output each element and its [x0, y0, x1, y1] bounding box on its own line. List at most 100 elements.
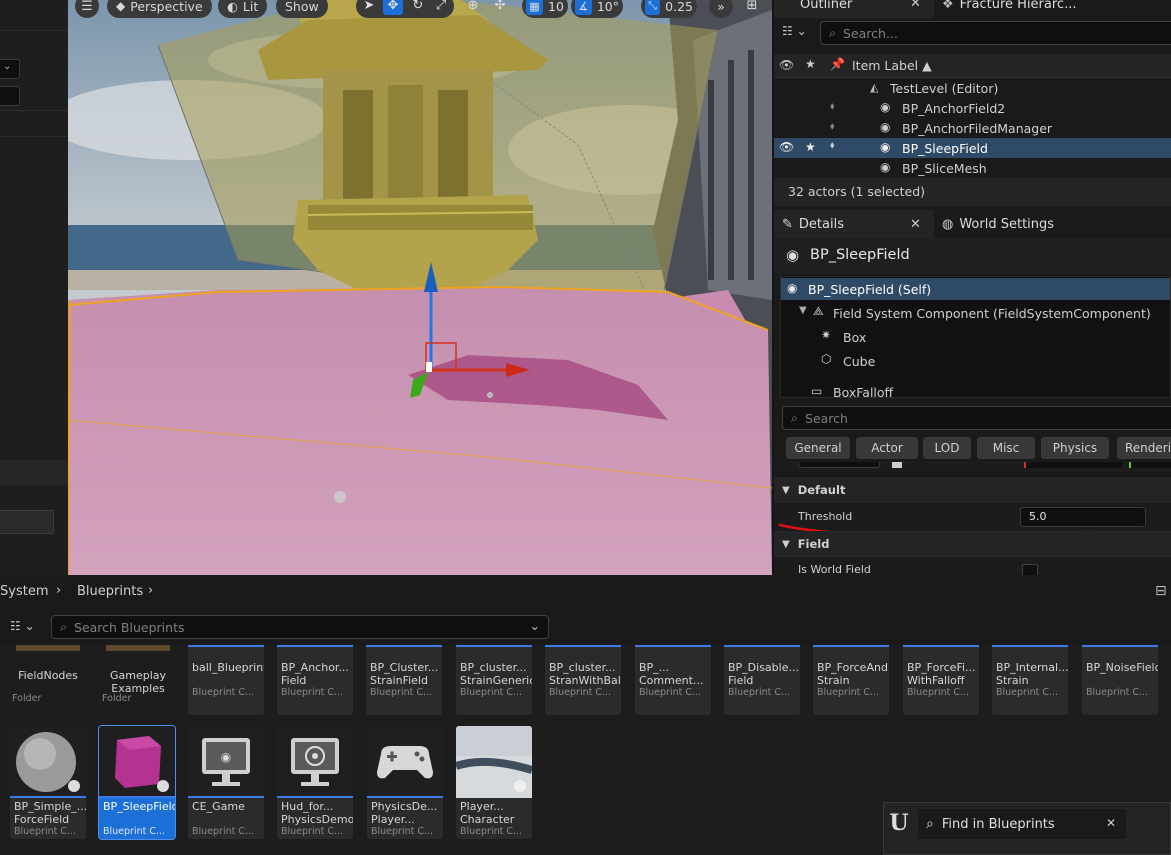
scale-snap-icon[interactable]: ⤡ [645, 0, 661, 15]
tab-find-in-blueprints[interactable]: ⌕ Find in Blueprints ✕ [918, 809, 1126, 839]
list-item[interactable]: ⬧ ◉ BP_AnchorField2 [774, 98, 1171, 118]
asset-tile[interactable]: BP_cluster... StrainGeneric Blueprint C..… [456, 645, 532, 715]
list-item[interactable]: ⬧ ◉ BP_AnchorFiledManager [774, 118, 1171, 138]
dropdown-stub[interactable]: ⌄ [0, 59, 20, 79]
world-space-icon[interactable]: ⊕ [463, 0, 483, 15]
list-item[interactable]: ◉ BP_SliceMesh [774, 158, 1171, 178]
asset-tile[interactable]: BP_Anchor... Field Blueprint C... [277, 645, 353, 715]
filter-misc-button[interactable]: Misc [977, 437, 1035, 459]
actor-name: BP_SleepField [810, 247, 910, 263]
visibility-eye-icon[interactable]: 👁 [779, 140, 794, 154]
blueprints-search-input[interactable]: ⌕ Search Blueprints ⌄ [51, 615, 549, 639]
viewport-menu-button[interactable]: ☰ [75, 0, 99, 18]
outliner-search-input[interactable]: ⌕ Search... [820, 21, 1171, 45]
component-label: BP_SleepField (Self) [808, 282, 932, 297]
panel-field-stub[interactable] [0, 510, 54, 534]
level-viewport[interactable]: ☰ ◆ Perspective ◐ Lit Show ➤ ✥ ↻ ⤢ ⊕ ✣ ▦… [68, 0, 772, 575]
component-row[interactable]: ▭ BoxFalloff [781, 374, 1170, 397]
asset-tile[interactable]: BP_Internal... Strain Blueprint C... [992, 645, 1068, 715]
field-section-header[interactable]: ▼ Field [774, 531, 1171, 557]
component-row-selected[interactable]: ◉ BP_SleepField (Self) [781, 278, 1170, 300]
rotate-mode-icon[interactable]: ↻ [408, 0, 428, 15]
lit-button[interactable]: ◐ Lit [218, 0, 268, 18]
tab-fracture-hierarchy[interactable]: ❖ Fracture Hierarc... [934, 0, 1084, 18]
asset-tile[interactable]: PhysicsDe... Player... Blueprint C... [367, 726, 443, 839]
asset-tile[interactable]: BP_ForceFi... WithFalloff Blueprint C... [903, 645, 979, 715]
star-icon[interactable]: ★ [805, 57, 816, 71]
filter-rendering-button[interactable]: Renderin [1117, 437, 1171, 459]
asset-tile[interactable]: BP_Cluster... StrainField Blueprint C... [366, 645, 442, 715]
breadcrumb-system[interactable]: System [0, 584, 48, 599]
close-icon[interactable]: ✕ [1106, 816, 1116, 830]
rotation-snap-value[interactable]: 10° [597, 0, 619, 14]
grid-snap-value[interactable]: 10 [548, 0, 564, 14]
asset-tile[interactable]: BP_... Comment... Blueprint C... [635, 645, 711, 715]
asset-type: Blueprint C... [907, 687, 970, 698]
grid-snap-icon[interactable]: ▦ [526, 0, 543, 15]
svg-text:◉: ◉ [221, 750, 231, 764]
asset-tile[interactable]: ball_Blueprint Blueprint C... [188, 645, 264, 715]
filter-dropdown[interactable]: ☷ ⌄ [782, 24, 807, 38]
asset-tile[interactable]: Player... Character Blueprint C... [456, 726, 532, 839]
translate-mode-icon[interactable]: ✥ [383, 0, 403, 15]
folder-type: Folder [102, 693, 132, 704]
scale-snap-value[interactable]: 0.25 [665, 0, 693, 14]
chevron-down-icon: ⌄ [3, 61, 12, 72]
filter-general-button[interactable]: General [786, 437, 850, 459]
perspective-button[interactable]: ◆ Perspective [107, 0, 212, 18]
scale-mode-icon[interactable]: ⤢ [431, 0, 451, 15]
list-item-selected[interactable]: 👁 ★ ⬧ ◉ BP_SleepField [774, 138, 1171, 158]
rotation-snap-icon[interactable]: ∡ [575, 0, 592, 15]
pin-icon[interactable]: 📌 [830, 57, 845, 71]
asset-tile[interactable]: BP_Disable... Field Blueprint C... [724, 645, 800, 715]
asset-tile[interactable]: BP_NoiseField Blueprint C... [1082, 645, 1158, 715]
filter-dropdown[interactable]: ☷ ⌄ [10, 619, 35, 633]
input-stub[interactable] [0, 86, 20, 106]
pin-icon[interactable]: ⬧ [830, 140, 835, 151]
component-row[interactable]: ⬡ Cube [781, 350, 1170, 372]
default-section-header[interactable]: ▼ Default [774, 477, 1171, 503]
asset-name: BP_Simple_... ForceField [14, 800, 86, 826]
filter-actor-button[interactable]: Actor [856, 437, 918, 459]
folder-type: Folder [12, 693, 42, 704]
filter-lod-button[interactable]: LOD [923, 437, 971, 459]
close-icon[interactable]: ✕ [910, 217, 921, 232]
pin-icon[interactable]: ⬧ [830, 101, 835, 112]
chevron-right-icon[interactable]: › [148, 583, 153, 598]
details-search-input[interactable]: ⌕ Search [782, 406, 1171, 430]
layout-icon[interactable]: ⊟ [1155, 583, 1167, 599]
select-mode-icon[interactable]: ➤ [359, 0, 379, 15]
pin-icon[interactable]: ⬧ [830, 121, 835, 132]
component-row[interactable]: ▼ ⟁ Field System Component (FieldSystemC… [781, 302, 1170, 324]
layout-icon[interactable]: ⊞ [742, 0, 762, 15]
folder-item[interactable]: Gameplay Examples Folder [100, 645, 176, 715]
breadcrumb-blueprints[interactable]: Blueprints [77, 584, 143, 599]
collapse-arrow-icon: ▼ [782, 484, 790, 496]
tab-details[interactable]: ✎ Details [774, 210, 852, 238]
asset-tile[interactable]: BP_Simple_... ForceField Blueprint C... [10, 726, 86, 839]
surface-snap-icon[interactable]: ✣ [490, 0, 510, 15]
show-button[interactable]: Show [276, 0, 328, 18]
star-icon[interactable]: ★ [805, 140, 816, 154]
asset-tile[interactable]: BP_cluster... StranWithBall Blueprint C..… [545, 645, 621, 715]
tab-outliner[interactable]: Outliner [792, 0, 860, 18]
asset-tile[interactable]: ◉ CE_Game Blueprint C... [188, 726, 264, 839]
list-item[interactable]: ◭ TestLevel (Editor) [774, 78, 1171, 98]
filter-physics-button[interactable]: Physics [1041, 437, 1109, 459]
more-options-button[interactable]: » [709, 0, 733, 18]
expand-arrow-icon[interactable]: ▼ [799, 305, 807, 316]
component-row[interactable]: ✷ Box [781, 326, 1170, 348]
outliner-row-label: BP_AnchorFiledManager [902, 121, 1053, 136]
item-label-column[interactable]: Item Label ▲ [852, 58, 932, 73]
tab-world-settings[interactable]: ◍ World Settings [934, 210, 1062, 238]
actor-icon: ◉ [786, 246, 800, 264]
asset-tile[interactable]: BP_ForceAnd... StrainBlueprint C... [813, 645, 889, 715]
visibility-eye-icon[interactable]: 👁 [779, 58, 794, 72]
asset-tile-selected[interactable]: BP_SleepField Blueprint C... [98, 725, 176, 840]
close-icon[interactable]: ✕ [910, 0, 921, 11]
asset-tile[interactable]: Hud_for... PhysicsDemo Blueprint C... [277, 726, 353, 839]
folder-item[interactable]: FieldNodes Folder [10, 645, 86, 715]
world-settings-label: World Settings [959, 216, 1055, 232]
is-world-field-checkbox[interactable] [1022, 564, 1038, 575]
character-thumbnail [456, 726, 532, 798]
